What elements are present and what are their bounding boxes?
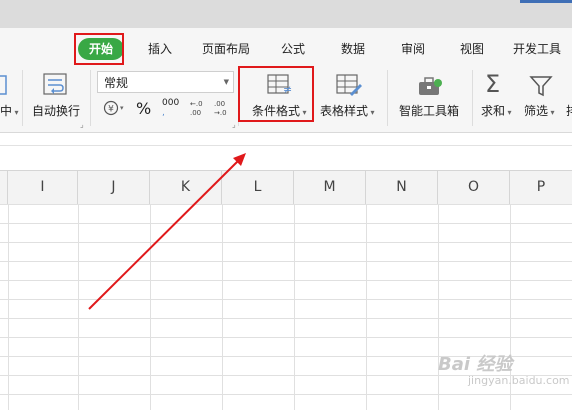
watermark: Bai 经验 jingyan.baidu.com (438, 354, 570, 387)
annotation-arrow (88, 153, 246, 310)
